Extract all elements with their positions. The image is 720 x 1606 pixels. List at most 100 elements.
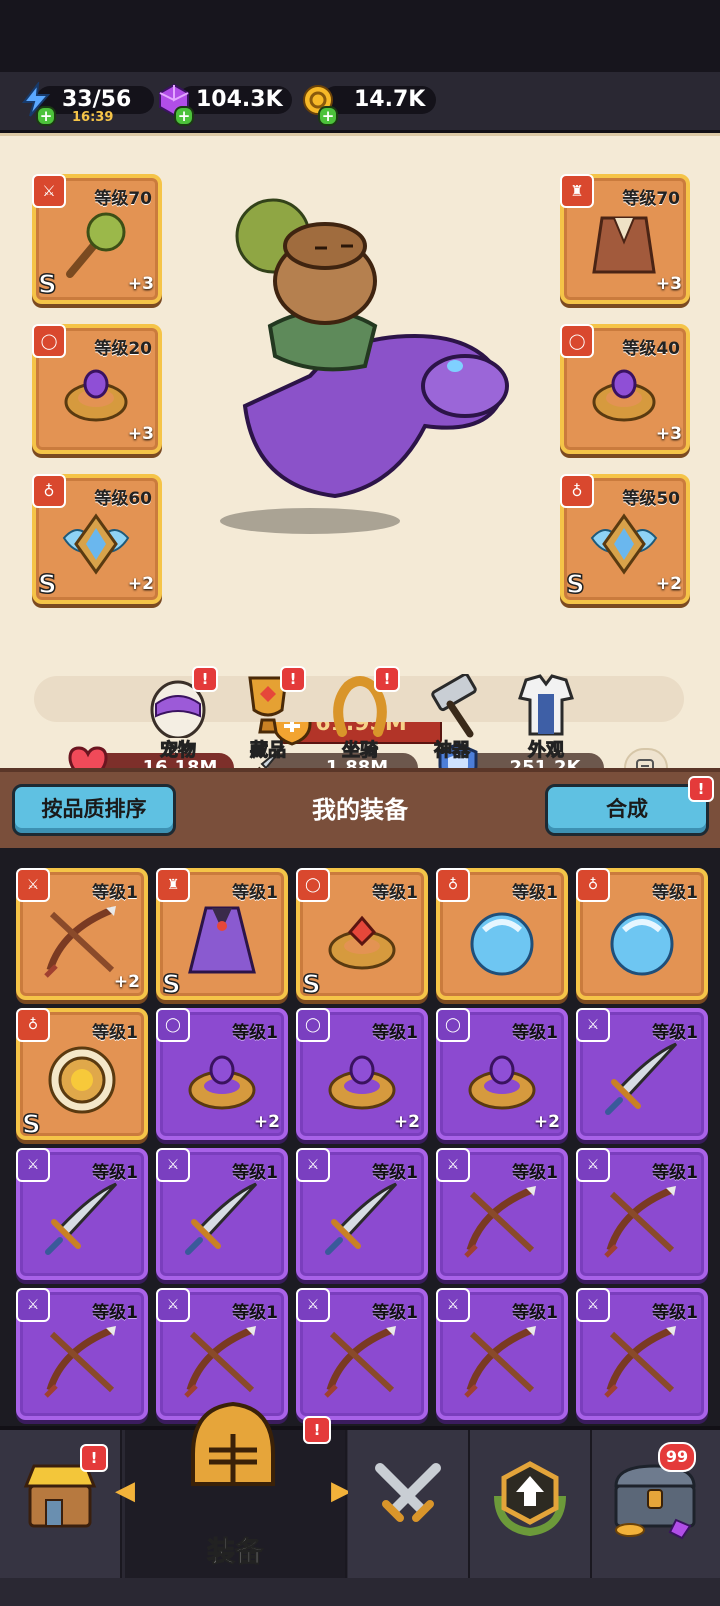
inventory-item[interactable]: ◯ 等级1 +2 bbox=[436, 1008, 568, 1140]
item-plus: +2 bbox=[533, 1112, 560, 1132]
coin-counter[interactable]: + 14.7K bbox=[300, 84, 440, 126]
gold-ring-icon bbox=[188, 1055, 256, 1110]
gem-value: 104.3K bbox=[196, 87, 283, 112]
upgrade-arrow-icon bbox=[494, 1461, 566, 1536]
nav-active-label: 装备 bbox=[206, 1535, 263, 1569]
weapon-icon: ⚔ bbox=[16, 1148, 50, 1182]
weapon-icon: ⚔ bbox=[32, 174, 66, 208]
merge-button[interactable]: 合成 bbox=[545, 784, 709, 836]
inventory-item[interactable]: ⚔ 等级1 bbox=[436, 1288, 568, 1420]
necklace-icon: ♁ bbox=[576, 868, 610, 902]
equipped-slot-weapon[interactable]: ⚔ 等级70 +3 S bbox=[32, 174, 162, 304]
item-plus: +2 bbox=[253, 1112, 280, 1132]
weapon-icon: ⚔ bbox=[576, 1148, 610, 1182]
inventory-item[interactable]: ⚔ 等级1 bbox=[156, 1148, 288, 1280]
coin-value: 14.7K bbox=[354, 87, 426, 112]
gold-ring-icon bbox=[64, 369, 128, 422]
inventory-item[interactable]: ⚔ 等级1 bbox=[576, 1288, 708, 1420]
item-grade: S bbox=[161, 969, 181, 1001]
water-orb-icon bbox=[610, 912, 674, 976]
necklace-icon: ♁ bbox=[436, 868, 470, 902]
tool-appearance[interactable]: 外观 bbox=[506, 674, 586, 764]
nav-tab-battle[interactable] bbox=[348, 1430, 470, 1578]
inventory-item[interactable]: ♁ 等级1 S bbox=[16, 1008, 148, 1141]
tool-mount[interactable]: ! 坐骑 bbox=[320, 666, 400, 764]
tool-artifact[interactable]: 神器 bbox=[412, 674, 492, 764]
nav-tab-shop[interactable]: ! bbox=[0, 1430, 122, 1578]
chevron-left-icon: ◀ bbox=[115, 1476, 135, 1506]
ring-icon: ◯ bbox=[296, 1008, 330, 1042]
sword-icon bbox=[185, 1182, 258, 1255]
gold-ring-icon bbox=[468, 1055, 536, 1110]
armor-icon: ♜ bbox=[156, 868, 190, 902]
equipped-slot-ring-2[interactable]: ◯ 等级40 +3 bbox=[560, 324, 690, 454]
equipped-slot-ring[interactable]: ◯ 等级20 +3 bbox=[32, 324, 162, 454]
weapon-icon: ⚔ bbox=[156, 1288, 190, 1322]
sun-amulet-icon bbox=[48, 1046, 116, 1114]
hero-panel: ⚔ 等级70 +3 S ◯ 等级20 +3 ♁ 等级60 +2 S ♜ 等级70… bbox=[0, 133, 720, 792]
add-gem-icon[interactable]: + bbox=[174, 106, 194, 126]
inventory-item[interactable]: ⚔ 等级1 bbox=[576, 1148, 708, 1280]
weapon-icon: ⚔ bbox=[296, 1148, 330, 1182]
hammer-icon bbox=[431, 674, 477, 738]
equipped-slot-necklace-2[interactable]: ♁ 等级50 +2 S bbox=[560, 474, 690, 604]
tool-collection[interactable]: ! 藏品 bbox=[228, 666, 308, 764]
nav-tab-upgrade[interactable] bbox=[470, 1430, 592, 1578]
add-coin-icon[interactable]: + bbox=[318, 106, 338, 126]
inventory-item[interactable]: ◯ 等级1 S bbox=[296, 868, 428, 1001]
crossbow-icon bbox=[324, 1326, 396, 1398]
item-plus: +2 bbox=[393, 1112, 420, 1132]
winged-amulet-icon bbox=[590, 513, 658, 575]
ring-icon: ◯ bbox=[32, 324, 66, 358]
weapon-icon: ⚔ bbox=[16, 1288, 50, 1322]
crossed-swords-icon bbox=[375, 1463, 441, 1522]
inventory-item[interactable]: ♜ 等级1 S bbox=[156, 868, 288, 1001]
merge-badge: ! bbox=[688, 776, 714, 802]
tool-pet[interactable]: ! 宠物 bbox=[138, 666, 218, 764]
crossbow-icon bbox=[464, 1326, 536, 1398]
crossbow-icon bbox=[464, 1186, 536, 1258]
crossbow-icon bbox=[604, 1186, 676, 1258]
energy-timer: 16:39 bbox=[72, 110, 114, 125]
armor-icon: ♜ bbox=[560, 174, 594, 208]
helmet-icon bbox=[191, 1401, 275, 1486]
item-plus: +2 bbox=[113, 972, 140, 992]
equipped-slot-armor[interactable]: ♜ 等级70 +3 bbox=[560, 174, 690, 304]
weapon-icon: ⚔ bbox=[436, 1148, 470, 1182]
inventory-item[interactable]: ⚔ 等级1 bbox=[576, 1008, 708, 1140]
equipped-slot-necklace[interactable]: ♁ 等级60 +2 S bbox=[32, 474, 162, 604]
inventory-item[interactable]: ⚔ 等级1 bbox=[16, 1288, 148, 1420]
ruby-ring-icon bbox=[328, 915, 396, 970]
crossbow-icon bbox=[44, 1326, 116, 1398]
inventory-item[interactable]: ⚔ 等级1 bbox=[436, 1148, 568, 1280]
weapon-icon: ⚔ bbox=[576, 1288, 610, 1322]
nav-tab-chest[interactable]: 99 bbox=[592, 1430, 720, 1578]
inventory-item[interactable]: ⚔ 等级1 bbox=[16, 1148, 148, 1280]
cloak-icon bbox=[188, 906, 256, 974]
sword-icon bbox=[45, 1182, 118, 1255]
inventory-item[interactable]: ⚔ 等级1 bbox=[296, 1148, 428, 1280]
sword-icon bbox=[325, 1182, 398, 1255]
sword-icon bbox=[605, 1042, 678, 1115]
chest-count-badge: 99 bbox=[658, 1442, 696, 1472]
energy-counter[interactable]: + 33/56 16:39 bbox=[14, 82, 154, 126]
inventory-item[interactable]: ◯ 等级1 +2 bbox=[156, 1008, 288, 1140]
add-energy-icon[interactable]: + bbox=[36, 106, 56, 126]
crossbow-icon bbox=[604, 1326, 676, 1398]
treasure-chest-icon bbox=[614, 1464, 696, 1540]
status-bar bbox=[0, 0, 720, 72]
inventory-item[interactable]: ♁ 等级1 bbox=[576, 868, 708, 1000]
inventory-item[interactable]: ⚔ 等级1 +2 bbox=[16, 868, 148, 1000]
winged-amulet-icon bbox=[62, 513, 130, 575]
outfit-icon bbox=[518, 674, 574, 736]
ring-icon: ◯ bbox=[436, 1008, 470, 1042]
ring-icon: ◯ bbox=[296, 868, 330, 902]
gem-counter[interactable]: + 104.3K bbox=[156, 83, 292, 126]
inventory-item[interactable]: ⚔ 等级1 bbox=[296, 1288, 428, 1420]
inventory-item[interactable]: ♁ 等级1 bbox=[436, 868, 568, 1000]
inventory-grid: ⚔ 等级1 +2 ♜ 等级1 S ◯ 等级1 S ♁ 等级1 ♁ 等级1 ♁ 等级1 S ◯ 等级1 +2 ◯ 等级1 +… bbox=[0, 848, 720, 1426]
water-orb-icon bbox=[470, 912, 534, 976]
inventory-item[interactable]: ◯ 等级1 +2 bbox=[296, 1008, 428, 1140]
item-grade: S bbox=[301, 969, 321, 1001]
gold-ring-icon bbox=[328, 1055, 396, 1110]
